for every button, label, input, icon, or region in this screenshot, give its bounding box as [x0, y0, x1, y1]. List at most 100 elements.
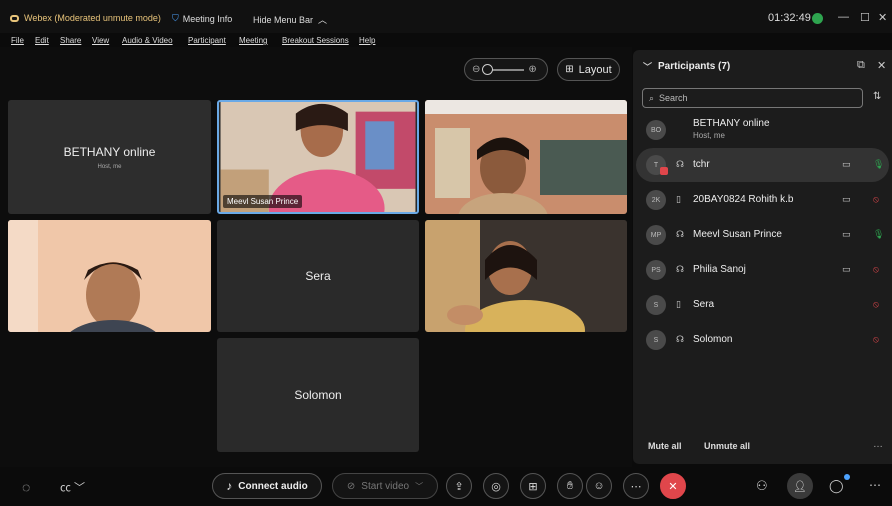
- zoom-control[interactable]: ⊖ ⊕: [464, 58, 548, 81]
- reactions-button[interactable]: ☺: [586, 473, 612, 499]
- avatar: MP: [646, 225, 666, 245]
- chevron-down-icon: ﹀: [415, 481, 424, 491]
- menu-bar: File Edit Share View Audio & Video Parti…: [0, 33, 892, 47]
- zoom-slider-handle[interactable]: [482, 63, 494, 75]
- hide-menu-bar-button[interactable]: Hide Menu Bar ︿: [253, 13, 327, 26]
- avatar: S: [646, 295, 666, 315]
- minimize-icon[interactable]: —: [838, 11, 849, 23]
- close-icon: ✕: [668, 480, 678, 493]
- mic-muted-icon[interactable]: ⦸: [873, 299, 879, 310]
- participant-name: BETHANY online: [693, 118, 770, 129]
- share-icon: ⇪: [454, 480, 464, 493]
- mute-all-button[interactable]: Mute all: [648, 441, 682, 451]
- more-button[interactable]: ⋯: [623, 473, 649, 499]
- close-window-icon[interactable]: ✕: [878, 11, 887, 24]
- video-tile-tchr[interactable]: [425, 100, 627, 214]
- tile-subtitle: Host, me: [97, 163, 122, 170]
- chevron-down-icon[interactable]: ﹀: [643, 60, 652, 73]
- tile-name: BETHANY online: [63, 144, 156, 159]
- meeting-info-button[interactable]: ⛉ Meeting Info: [172, 13, 232, 24]
- mic-muted-icon[interactable]: ⦸: [873, 264, 879, 275]
- video-tile-student[interactable]: [8, 220, 211, 332]
- connection-status-icon[interactable]: [812, 13, 823, 24]
- menu-breakout-sessions[interactable]: Breakout Sessions: [282, 36, 349, 45]
- apps-button[interactable]: ⊞: [520, 473, 546, 499]
- video-feed-philia: [425, 220, 627, 332]
- participant-row-solomon[interactable]: S ☊ Solomon ⦸: [636, 323, 889, 357]
- zoom-out-icon[interactable]: ⊖: [472, 64, 480, 75]
- maximize-icon[interactable]: ☐: [860, 11, 870, 24]
- sort-icon[interactable]: ⇅: [873, 91, 881, 102]
- captions-icon[interactable]: ㏄ ﹀: [60, 479, 85, 495]
- video-icon[interactable]: ▭: [842, 229, 851, 240]
- emoji-icon: ☺: [593, 480, 605, 492]
- menu-view[interactable]: View: [92, 36, 109, 45]
- close-panel-icon[interactable]: ✕: [877, 59, 886, 72]
- webex-logo-icon: [10, 14, 19, 22]
- apps-grid-icon: ⊞: [528, 480, 538, 493]
- participants-panel: ﹀ Participants (7) ⧉ ✕ ⌕ Search ⇅ BO BET…: [633, 50, 892, 464]
- participants-header: ﹀ Participants (7): [643, 60, 730, 73]
- shield-icon: ⛉: [172, 13, 179, 23]
- connect-audio-button[interactable]: ♪ Connect audio: [212, 473, 322, 499]
- unmute-all-button[interactable]: Unmute all: [704, 441, 750, 451]
- headset-icon: ☊: [676, 229, 684, 239]
- app-title: Webex (Moderated unmute mode): [10, 13, 161, 23]
- menu-file[interactable]: File: [11, 36, 24, 45]
- menu-edit[interactable]: Edit: [35, 36, 49, 45]
- network-icon[interactable]: ◌: [22, 479, 30, 495]
- menu-share[interactable]: Share: [60, 36, 81, 45]
- video-tile-sera[interactable]: Sera: [217, 220, 419, 332]
- menu-help[interactable]: Help: [359, 36, 375, 45]
- title-bar: Webex (Moderated unmute mode) ⛉ Meeting …: [0, 0, 892, 33]
- video-icon[interactable]: ▭: [842, 194, 851, 205]
- chat-icon[interactable]: ◯: [829, 478, 844, 494]
- mobile-icon: ▯: [676, 194, 681, 204]
- video-tile-solomon[interactable]: Solomon: [217, 338, 419, 452]
- participant-row-tchr[interactable]: T ☊ tchr ▭ 🎙︎: [636, 148, 889, 182]
- zoom-in-icon[interactable]: ⊕: [528, 64, 536, 75]
- start-video-button[interactable]: ⊘ Start video ﹀: [332, 473, 438, 499]
- video-tile-philia[interactable]: [425, 220, 627, 332]
- participant-row-rohith[interactable]: 2K ▯ 20BAY0824 Rohith k.b ▭ ⦸: [636, 183, 889, 217]
- person-icon: 👤︎: [793, 480, 807, 493]
- zoom-slider[interactable]: [482, 63, 525, 75]
- chat-notification-dot: [844, 474, 850, 480]
- participant-row-philia[interactable]: PS ☊ Philia Sanoj ▭ ⦸: [636, 253, 889, 287]
- participant-name: tchr: [693, 159, 710, 170]
- more-options-icon[interactable]: …: [873, 439, 883, 450]
- chevron-up-icon: ︿: [318, 15, 328, 25]
- share-button[interactable]: ⇪: [446, 473, 472, 499]
- popout-icon[interactable]: ⧉: [857, 59, 865, 72]
- participant-row-sera[interactable]: S ▯ Sera ⦸: [636, 288, 889, 322]
- headset-icon: ☊: [676, 334, 684, 344]
- participant-name: Sera: [693, 299, 715, 310]
- participant-role: Host, me: [693, 131, 726, 140]
- menu-participant[interactable]: Participant: [188, 36, 226, 45]
- menu-meeting[interactable]: Meeting: [239, 36, 267, 45]
- mic-on-icon[interactable]: 🎙︎: [873, 159, 884, 170]
- app-title-text: Webex (Moderated unmute mode): [24, 13, 161, 23]
- mic-muted-icon[interactable]: ⦸: [873, 334, 879, 345]
- video-feed-tchr: [425, 100, 627, 214]
- mic-muted-icon[interactable]: ⦸: [873, 194, 879, 205]
- video-tile-bethany[interactable]: BETHANY online Host, me: [8, 100, 211, 214]
- layout-button[interactable]: ⊞ Layout: [557, 58, 620, 81]
- record-button[interactable]: ◎: [483, 473, 509, 499]
- end-call-button[interactable]: ✕: [660, 473, 686, 499]
- participants-toggle-icon[interactable]: ⚇: [756, 478, 768, 494]
- more-options-icon[interactable]: ⋯: [869, 478, 881, 492]
- video-icon[interactable]: ▭: [842, 159, 851, 170]
- search-icon: ⌕: [649, 92, 655, 103]
- layout-label: Layout: [578, 63, 612, 76]
- participant-search-input[interactable]: ⌕ Search: [642, 88, 863, 108]
- participant-row-meevl[interactable]: MP ☊ Meevl Susan Prince ▭ 🎙︎: [636, 218, 889, 252]
- avatar: PS: [646, 260, 666, 280]
- participant-row-bethany[interactable]: BO BETHANY online Host, me: [636, 113, 889, 147]
- mic-on-icon[interactable]: 🎙︎: [873, 229, 884, 240]
- raise-hand-button[interactable]: ✋︎: [557, 473, 583, 499]
- participants-button[interactable]: 👤︎: [787, 473, 813, 499]
- video-tile-meevl[interactable]: Meevl Susan Prince: [217, 100, 419, 214]
- menu-audio-video[interactable]: Audio & Video: [122, 36, 173, 45]
- video-icon[interactable]: ▭: [842, 264, 851, 275]
